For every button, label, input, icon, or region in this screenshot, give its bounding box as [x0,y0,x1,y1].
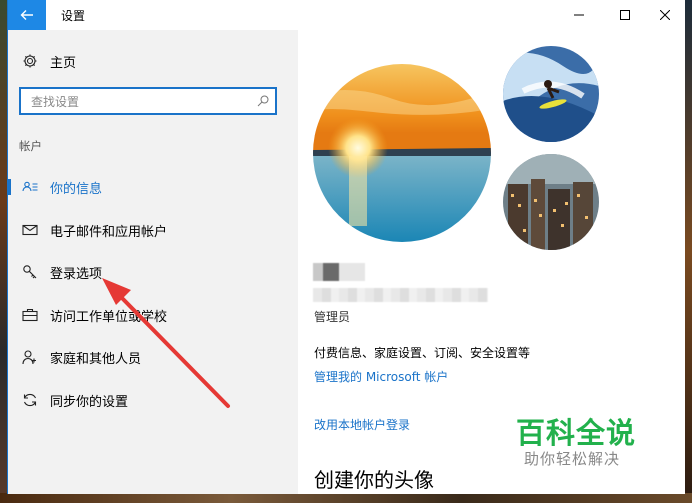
local-account-login-link[interactable]: 改用本地帐户登录 [314,416,410,433]
section-label-accounts: 帐户 [19,139,42,153]
avatar-option-surfer[interactable] [503,46,599,142]
search-input[interactable] [29,93,253,111]
account-role: 管理员 [314,310,351,324]
avatar-option-city[interactable] [503,154,599,250]
watermark: 百科全说 助你轻松解决 [514,410,644,470]
briefcase-icon [22,307,38,323]
sidebar-item-family[interactable]: 家庭和其他人员 [8,337,298,377]
sidebar-item-label: 电子邮件和应用帐户 [50,224,168,240]
desktop-background-left [0,0,7,503]
sidebar-item-label: 主页 [50,55,77,71]
window-title: 设置 [61,9,86,23]
active-indicator [8,179,11,195]
minimize-button[interactable] [556,0,602,30]
surfer-picture [503,46,599,142]
sidebar-item-home[interactable]: 主页 [8,41,298,81]
sidebar-item-label: 访问工作单位或学校 [50,309,168,325]
account-name-redacted [313,263,365,281]
sidebar: 主页 帐户 你的信息 电子邮件和应用帐户 [8,30,298,494]
sync-icon [22,392,38,408]
account-email-redacted [313,288,488,302]
close-icon [660,10,670,20]
back-button[interactable] [8,0,46,30]
desktop-background-bottom [0,493,692,503]
sidebar-item-label: 家庭和其他人员 [50,351,142,367]
search-box[interactable] [19,87,277,115]
mail-icon [22,222,38,238]
person-list-icon [22,179,38,195]
sidebar-item-label: 同步你的设置 [50,394,129,410]
sidebar-item-email-accounts[interactable]: 电子邮件和应用帐户 [8,210,298,250]
sidebar-item-your-info[interactable]: 你的信息 [8,167,298,207]
watermark-title: 百科全说 [516,416,637,450]
person-add-icon [22,349,38,365]
sunset-picture [313,64,491,242]
title-bar: 设置 [8,0,685,30]
billing-description: 付费信息、家庭设置、订阅、安全设置等 [314,346,531,360]
close-button[interactable] [642,0,685,30]
desktop-background-right [684,0,692,503]
city-picture [503,154,599,250]
sidebar-item-label: 你的信息 [50,181,103,197]
minimize-icon [574,14,584,16]
gear-icon [22,53,38,69]
sidebar-item-sign-in-options[interactable]: 登录选项 [8,252,298,292]
sidebar-item-work-school[interactable]: 访问工作单位或学校 [8,295,298,335]
sidebar-item-label: 登录选项 [50,266,103,282]
sidebar-item-sync[interactable]: 同步你的设置 [8,380,298,420]
manage-microsoft-account-link[interactable]: 管理我的 Microsoft 帐户 [314,368,448,385]
maximize-icon [620,10,630,20]
key-icon [22,264,38,280]
search-icon [257,95,269,107]
back-arrow-icon [20,10,33,20]
avatar [313,64,491,242]
create-avatar-heading: 创建你的头像 [314,468,434,492]
watermark-subtitle: 助你轻松解决 [524,450,621,468]
